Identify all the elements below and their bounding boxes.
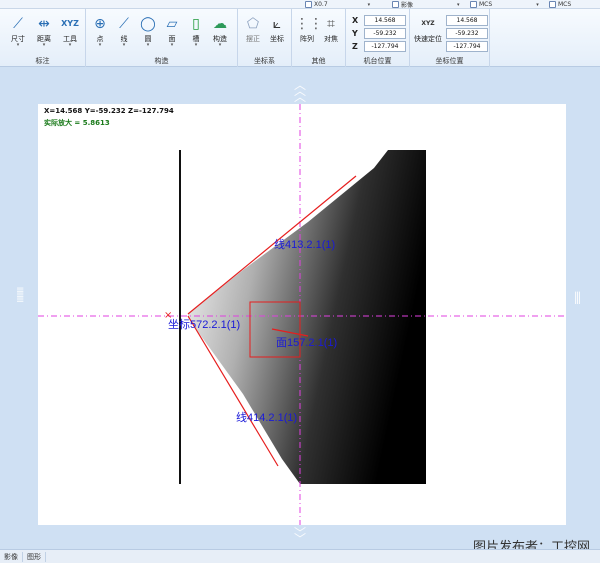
label-overlap[interactable]: 坐标572.2.1(1) [168,316,240,332]
chevron-down-icon: ▾ [16,42,20,48]
chevron-down-icon: ▾ [218,42,222,48]
coord-system-combo-2[interactable]: MCS [549,0,571,9]
chevron-down-icon: ▾ [98,42,102,48]
zoom-readout: 实际放大 = 5.8613 [44,119,110,127]
chevron-down-icon: ▾ [122,42,126,48]
chevron-down-icon: ▾ [170,42,174,48]
quick-locate-button[interactable]: XYZ 快速定位 [412,13,444,51]
y-label: Y [352,29,358,38]
dimension-button[interactable]: ⟋ 尺寸 ▾ [6,13,30,51]
coord-x-field[interactable]: 14.568 [446,15,488,26]
label-line-414[interactable]: 线414.2.1(1) [236,409,297,425]
group-label-construct: 构造 [154,57,169,65]
image-combo[interactable]: 影像 ▾ [392,0,460,9]
top-toolbar-strip: X0.7 ▾ 影像 ▾ MCS ▾ MCS [0,0,600,9]
focus-icon: ⌗ [327,16,335,32]
focus-button[interactable]: ⌗ 对焦 [319,13,343,51]
circle-button[interactable]: ◯ 圆 ▾ [136,13,160,51]
machine-z-field[interactable]: -127.794 [364,41,406,52]
axis-icon [470,1,477,8]
label-line-413[interactable]: 线413.2.1(1) [274,236,335,252]
group-label-coordinate-system: 坐标系 [254,57,275,65]
line-icon: ⟋ [119,16,129,32]
xyz-tools-icon: XYZ [61,19,79,28]
tools-button[interactable]: XYZ 工具 ▾ [58,13,82,51]
machine-x-field[interactable]: 14.568 [364,15,406,26]
chevron-down-icon: ▾ [536,1,539,8]
chevron-down-icon: ▾ [146,42,150,48]
scroll-up-chevron[interactable]: ︿ ︿ ︿ [289,79,311,103]
array-button[interactable]: ⋮⋮ 阵列 [295,13,323,51]
coord-z-field[interactable]: -127.794 [446,41,488,52]
slot-button[interactable]: ▯ 槽 ▾ [184,13,208,51]
group-coordinate-system: ⬠ 摆正 ⟀ 坐标 坐标系 [238,9,292,67]
status-bar: 影像 图形 [0,549,600,563]
zoom-icon [305,1,312,8]
image-icon [392,1,399,8]
group-label-other: 其他 [311,57,326,65]
line-button[interactable]: ⟋ 线 ▾ [112,13,136,51]
coord-system-combo-1[interactable]: MCS ▾ [470,0,539,9]
scroll-left-chevron[interactable]: ≡ ≡ ≡ [16,286,26,306]
plane-icon: ▱ [166,16,178,32]
scroll-down-chevron[interactable]: ﹀ ﹀ ﹀ [289,521,311,545]
coord-icon [549,1,556,8]
align-button[interactable]: ⬠ 摆正 [241,13,265,51]
dimension-icon: ⟋ [13,16,23,32]
align-icon: ⬠ [246,16,260,32]
distance-icon: ⇹ [38,16,50,32]
ribbon: ⟋ 尺寸 ▾ ⇹ 距离 ▾ XYZ 工具 ▾ 标注 ⊕ 点 ▾ ⟋ 线 ▾ ◯ [0,9,600,67]
chevron-down-icon: ▾ [457,1,460,8]
x-label: X [352,16,359,25]
coord-y-field[interactable]: -59.232 [446,28,488,39]
label-face-157[interactable]: 面157.2.1(1) [276,334,337,350]
construct-button[interactable]: ☁ 构造 ▾ [208,13,232,51]
group-label-coord-position: 坐标位置 [435,57,464,65]
chevron-down-icon: ▾ [194,42,198,48]
status-item-image[interactable]: 影像 [0,551,23,562]
group-coord-position: XYZ 快速定位 14.568 -59.232 -127.794 坐标位置 [410,9,490,67]
grid-icon: ⋮⋮ [295,16,323,32]
cloud-icon: ☁ [213,16,227,32]
group-label-machine-position: 机台位置 [363,57,392,65]
point-icon: ⊕ [94,16,106,32]
scroll-right-chevron[interactable]: ⦀ [574,291,584,307]
group-annotation: ⟋ 尺寸 ▾ ⇹ 距离 ▾ XYZ 工具 ▾ 标注 [0,9,86,67]
coordinate-readout: X=14.568 Y=-59.232 Z=-127.794 [44,107,174,115]
slot-icon: ▯ [192,16,200,32]
measurement-view[interactable]: × [38,104,566,525]
xyz-locate-icon: XYZ [421,20,435,27]
group-machine-position: X Y Z 14.568 -59.232 -127.794 机台位置 [346,9,410,67]
z-label: Z [352,42,358,51]
machine-y-field[interactable]: -59.232 [364,28,406,39]
distance-button[interactable]: ⇹ 距离 ▾ [32,13,56,51]
circle-icon: ◯ [140,16,156,32]
group-construct: ⊕ 点 ▾ ⟋ 线 ▾ ◯ 圆 ▾ ▱ 面 ▾ ▯ 槽 ▾ ☁ 构造 ▾ 构造 [86,9,238,67]
group-other: ⋮⋮ 阵列 ⌗ 对焦 其他 [292,9,346,67]
chevron-down-icon: ▾ [367,1,371,8]
coordinate-button[interactable]: ⟀ 坐标 [265,13,289,51]
point-button[interactable]: ⊕ 点 ▾ [88,13,112,51]
chevron-down-icon: ▾ [42,42,46,48]
status-item-graphics[interactable]: 图形 [23,551,46,562]
axis-icon: ⟀ [272,16,282,32]
chevron-down-icon: ▾ [68,42,72,48]
zoom-combo[interactable]: X0.7 ▾ [305,0,370,9]
group-label-annotation: 标注 [35,57,50,65]
plane-button[interactable]: ▱ 面 ▾ [160,13,184,51]
image-canvas[interactable]: × X=14.568 Y=-59.232 Z=-127.794 实际放大 = 5… [38,104,566,525]
